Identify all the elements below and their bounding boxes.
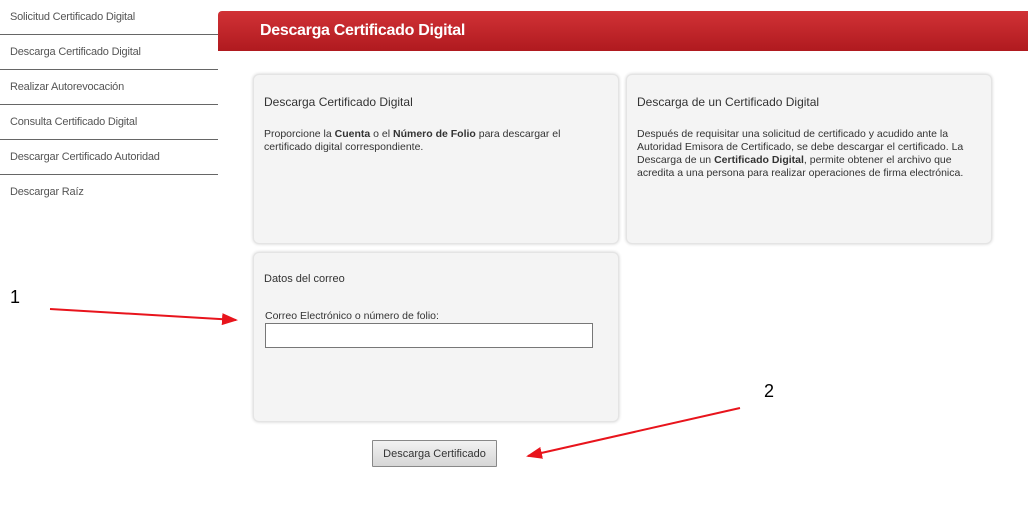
sidebar-item-certificado-autoridad[interactable]: Descargar Certificado Autoridad: [0, 140, 218, 175]
panel-title: Descarga Certificado Digital: [264, 95, 413, 109]
info-panel-certificado: Descarga de un Certificado Digital Despu…: [626, 74, 992, 244]
text-bold-folio: Número de Folio: [392, 128, 476, 140]
sidebar-item-label: Descarga Certificado Digital: [10, 46, 141, 58]
panel-description: Después de requisitar una solicitud de c…: [637, 128, 972, 180]
callout-number-2: 2: [764, 381, 775, 401]
sidebar-item-label: Solicitud Certificado Digital: [10, 11, 136, 23]
info-panel-descarga: Descarga Certificado Digital Proporcione…: [253, 74, 619, 244]
sidebar-item-label: Descargar Raíz: [10, 186, 84, 198]
email-panel: Datos del correo Correo Electrónico o nú…: [253, 252, 619, 422]
callout-number-1: 1: [10, 287, 21, 307]
page-title: Descarga Certificado Digital: [260, 22, 465, 39]
panel-title: Descarga de un Certificado Digital: [637, 95, 820, 109]
email-field-label: Correo Electrónico o número de folio:: [265, 310, 439, 322]
panel-description: Proporcione la Cuenta o el Número de Fol…: [264, 128, 604, 154]
arrow-1-icon: [49, 308, 238, 326]
sidebar-item-label: Consulta Certificado Digital: [10, 116, 138, 128]
sidebar-item-label: Realizar Autorevocación: [10, 81, 125, 93]
download-certificate-button[interactable]: Descarga Certificado: [372, 440, 497, 467]
sidebar-item-autorevocacion[interactable]: Realizar Autorevocación: [0, 70, 218, 105]
sidebar-item-solicitud[interactable]: Solicitud Certificado Digital: [0, 0, 218, 35]
text-segment: o el: [370, 128, 393, 140]
text-bold-certificado: Certificado Digital: [714, 154, 804, 166]
panel-title: Datos del correo: [264, 273, 345, 285]
sidebar-item-label: Descargar Certificado Autoridad: [10, 151, 160, 163]
page-header: Descarga Certificado Digital: [218, 11, 1028, 51]
text-bold-cuenta: Cuenta: [334, 128, 371, 140]
text-segment: Proporcione la: [264, 128, 335, 140]
email-or-folio-input[interactable]: [265, 323, 593, 348]
sidebar-item-raiz[interactable]: Descargar Raíz: [0, 175, 218, 209]
sidebar-item-consulta[interactable]: Consulta Certificado Digital: [0, 105, 218, 140]
sidebar-item-descarga[interactable]: Descarga Certificado Digital: [0, 35, 218, 70]
sidebar-nav: Solicitud Certificado Digital Descarga C…: [0, 0, 218, 209]
